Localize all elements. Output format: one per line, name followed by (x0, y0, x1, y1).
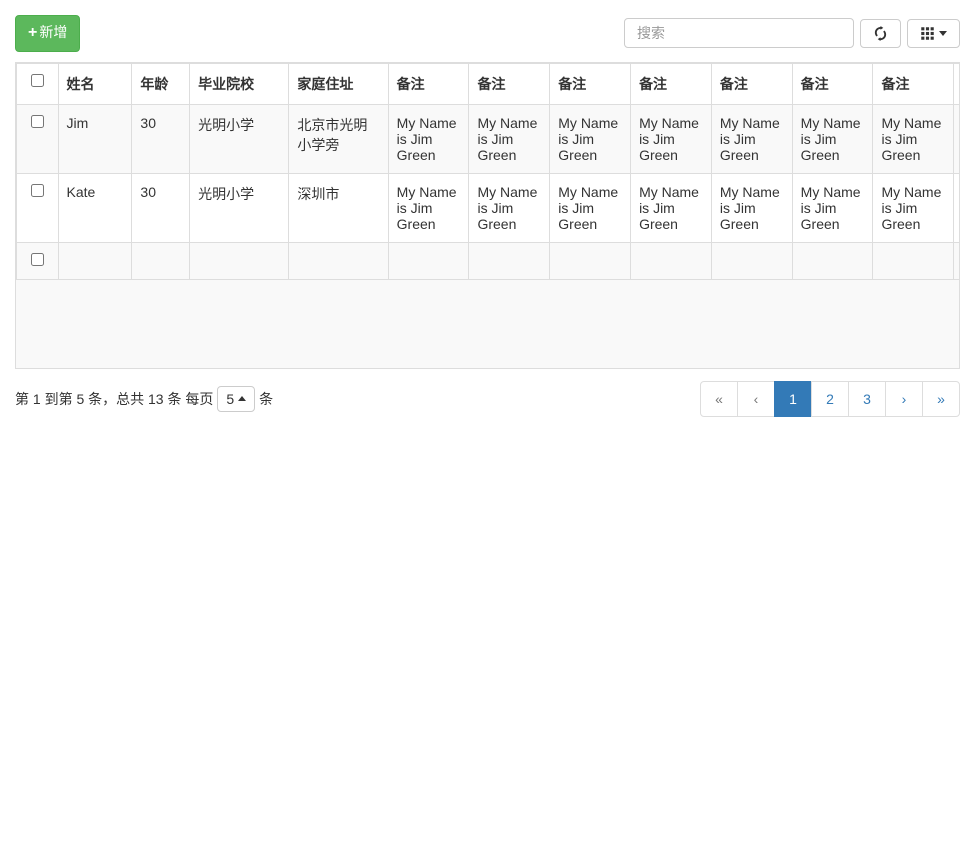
row-checkbox[interactable] (31, 115, 44, 128)
row-checkbox[interactable] (31, 253, 44, 266)
cell-note: My Name is Jim Green (711, 104, 792, 173)
header-note[interactable]: 备注 (388, 63, 469, 104)
cell-age: 30 (132, 173, 190, 242)
table-row[interactable]: Kate30光明小学深圳市My Name is Jim GreenMy Name… (17, 173, 960, 242)
page-prev[interactable]: ‹ (737, 381, 775, 417)
pagination: « ‹ 1 2 3 › » (701, 381, 960, 417)
page-last[interactable]: » (922, 381, 960, 417)
pagination-row: 第 1 到第 5 条，总共 13 条 每页 5 条 « ‹ 1 2 3 › » (15, 381, 960, 417)
cell-note: My Name is Jim Green (469, 104, 550, 173)
data-table: 姓名 年龄 毕业院校 家庭住址 备注 备注 备注 备注 备注 备注 备注 备注 … (16, 63, 959, 280)
cell-note: My Name is Jim Green (873, 104, 954, 173)
header-note[interactable]: 备注 (550, 63, 631, 104)
cell-note: My Name is Jim Green (631, 173, 712, 242)
page-3[interactable]: 3 (848, 381, 886, 417)
header-name[interactable]: 姓名 (58, 63, 132, 104)
page-summary-prefix: 第 1 到第 5 条，总共 13 条 每页 (15, 389, 213, 409)
page-next[interactable]: › (885, 381, 923, 417)
header-note[interactable]: 备注 (954, 63, 959, 104)
page-size-select[interactable]: 5 (217, 386, 255, 412)
page-summary-suffix: 条 (259, 389, 273, 409)
table-header-row: 姓名 年龄 毕业院校 家庭住址 备注 备注 备注 备注 备注 备注 备注 备注 … (17, 63, 960, 104)
cell-note: My Name is Jim Green (792, 173, 873, 242)
cell-note: My Name is Jim Green (550, 173, 631, 242)
cell-school (190, 242, 289, 279)
cell-name: Jim (58, 104, 132, 173)
row-checkbox-cell (17, 104, 59, 173)
toolbar-right (624, 18, 960, 48)
cell-note: My Name is Jim Green (873, 173, 954, 242)
table-row[interactable]: Jim30光明小学北京市光明小学旁My Name is Jim GreenMy … (17, 104, 960, 173)
page-1[interactable]: 1 (774, 381, 812, 417)
cell-note (631, 242, 712, 279)
header-school[interactable]: 毕业院校 (190, 63, 289, 104)
page-first[interactable]: « (700, 381, 738, 417)
cell-note (388, 242, 469, 279)
page-2[interactable]: 2 (811, 381, 849, 417)
cell-note (550, 242, 631, 279)
header-note[interactable]: 备注 (631, 63, 712, 104)
row-checkbox-cell (17, 242, 59, 279)
caret-down-icon (939, 31, 947, 36)
header-address[interactable]: 家庭住址 (289, 63, 388, 104)
cell-age: 30 (132, 104, 190, 173)
plus-icon (28, 22, 39, 45)
cell-name (58, 242, 132, 279)
table-row[interactable] (17, 242, 960, 279)
page-size-value: 5 (226, 391, 234, 407)
header-age[interactable]: 年龄 (132, 63, 190, 104)
cell-age (132, 242, 190, 279)
cell-note: My Name is Jim Green (954, 104, 959, 173)
cell-note (469, 242, 550, 279)
page-info: 第 1 到第 5 条，总共 13 条 每页 5 条 (15, 386, 273, 412)
cell-address (289, 242, 388, 279)
cell-name: Kate (58, 173, 132, 242)
cell-note (954, 242, 959, 279)
table-body: Jim30光明小学北京市光明小学旁My Name is Jim GreenMy … (17, 104, 960, 279)
grid-icon (920, 26, 935, 41)
search-input[interactable] (624, 18, 854, 48)
header-note[interactable]: 备注 (873, 63, 954, 104)
table-scroll[interactable]: 姓名 年龄 毕业院校 家庭住址 备注 备注 备注 备注 备注 备注 备注 备注 … (16, 63, 959, 368)
cell-note: My Name is Jim Green (469, 173, 550, 242)
cell-note (873, 242, 954, 279)
header-checkbox (17, 63, 59, 104)
cell-address: 北京市光明小学旁 (289, 104, 388, 173)
header-note[interactable]: 备注 (792, 63, 873, 104)
cell-school: 光明小学 (190, 173, 289, 242)
refresh-button[interactable] (860, 19, 901, 48)
cell-note: My Name is Jim Green (550, 104, 631, 173)
cell-school: 光明小学 (190, 104, 289, 173)
refresh-icon (873, 26, 888, 41)
table-container: 姓名 年龄 毕业院校 家庭住址 备注 备注 备注 备注 备注 备注 备注 备注 … (15, 62, 960, 369)
cell-note (711, 242, 792, 279)
columns-button[interactable] (907, 19, 960, 48)
add-button-label: 新增 (39, 23, 67, 43)
row-checkbox[interactable] (31, 184, 44, 197)
select-all-checkbox[interactable] (31, 74, 44, 87)
header-note[interactable]: 备注 (469, 63, 550, 104)
toolbar: 新增 (15, 15, 960, 52)
cell-note: My Name is Jim Green (388, 104, 469, 173)
header-note[interactable]: 备注 (711, 63, 792, 104)
cell-note: My Name is Jim Green (388, 173, 469, 242)
row-checkbox-cell (17, 173, 59, 242)
cell-note: My Name is Jim Green (954, 173, 959, 242)
add-button[interactable]: 新增 (15, 15, 80, 52)
cell-note: My Name is Jim Green (711, 173, 792, 242)
toolbar-left: 新增 (15, 15, 80, 52)
cell-note: My Name is Jim Green (792, 104, 873, 173)
cell-address: 深圳市 (289, 173, 388, 242)
caret-up-icon (238, 396, 246, 401)
cell-note: My Name is Jim Green (631, 104, 712, 173)
cell-note (792, 242, 873, 279)
